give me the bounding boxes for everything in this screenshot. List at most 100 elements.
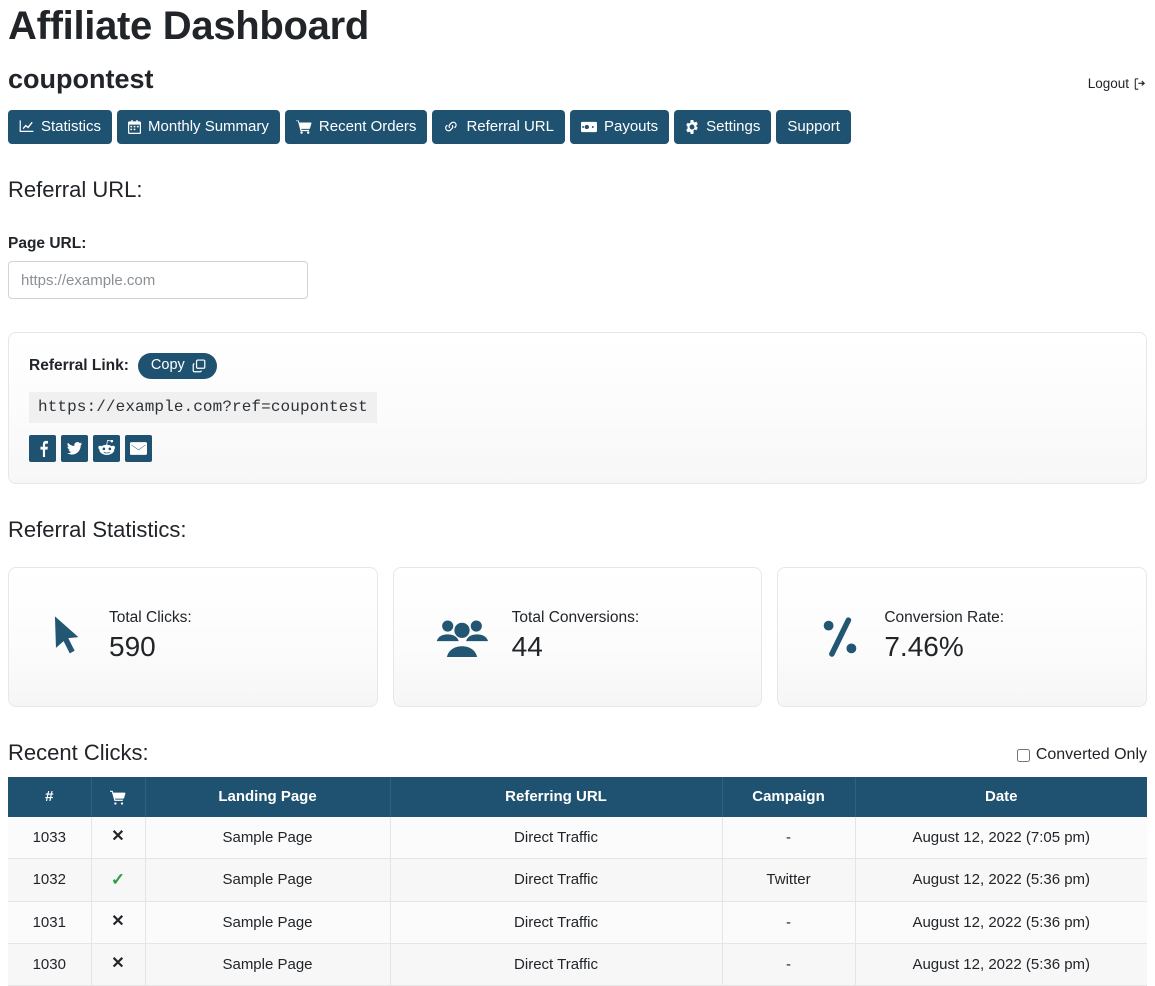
cell-date: August 12, 2022 (5:36 pm) [855,943,1147,986]
stat-value: 7.46% [884,631,964,663]
nav-tab-label: Statistics [41,118,102,135]
cell-date: August 12, 2022 (5:36 pm) [855,858,1147,903]
table-header: # Landing Page Referring URL Campaign Da… [8,777,1147,818]
stat-text: Total Conversions: 44 [512,609,640,664]
cell-converted: ✕ [91,901,146,944]
cross-icon: ✕ [111,913,125,931]
shopping-cart-icon [295,120,312,134]
percent-icon [820,617,860,657]
table-row[interactable]: 1032 ✓ Sample Page Direct Traffic Twitte… [8,858,1147,903]
cell-landing-page: Sample Page [145,858,391,903]
cell-referring-url: Direct Traffic [390,817,723,859]
nav-tab-referral-url[interactable]: Referral URL [432,110,565,144]
nav-tab-label: Recent Orders [318,118,417,135]
column-header-date[interactable]: Date [855,777,1147,818]
nav-tab-label: Support [787,118,840,135]
social-share-row [29,434,1126,462]
cross-icon: ✕ [111,954,125,972]
stat-value: 44 [511,631,543,663]
converted-only-checkbox[interactable] [1016,748,1030,762]
gear-icon [685,119,699,134]
nav-tab-support[interactable]: Support [776,110,851,144]
page-title: Affiliate Dashboard [8,4,370,48]
referral-url-heading: Referral URL: [8,177,143,202]
cell-landing-page: Sample Page [145,943,391,986]
cell-campaign: - [722,943,856,986]
table-row[interactable]: 1033 ✕ Sample Page Direct Traffic - Augu… [8,817,1147,859]
statistics-cards: Total Clicks: 590 Total Conversions: 44 … [8,566,1148,707]
nav-tab-payouts[interactable]: Payouts [569,110,670,144]
cell-converted: ✕ [91,817,146,859]
email-share-button[interactable] [125,434,152,462]
table-row[interactable]: 1031 ✕ Sample Page Direct Traffic - Augu… [8,901,1147,944]
cart-plus-icon [109,788,127,805]
column-header-campaign[interactable]: Campaign [722,777,856,818]
copy-icon [192,359,206,373]
table-body: 1033 ✕ Sample Page Direct Traffic - Augu… [8,817,1147,986]
column-header-referring-url[interactable]: Referring URL [390,777,723,818]
logout-link[interactable]: Logout [1088,76,1147,93]
table-header-row: # Landing Page Referring URL Campaign Da… [8,777,1147,818]
cell-date: August 12, 2022 (5:36 pm) [855,901,1147,944]
link-icon [443,120,459,133]
facebook-share-button[interactable] [29,434,56,462]
stat-text: Total Clicks: 590 [109,609,192,664]
nav-tab-monthly-summary[interactable]: Monthly Summary [117,110,280,144]
cell-id: 1033 [8,817,92,859]
check-icon: ✓ [110,869,126,889]
referral-url-text[interactable]: https://example.com?ref=coupontest [29,391,377,423]
calendar-icon [128,119,142,134]
recent-clicks-header: Recent Clicks: Converted Only [8,707,1147,766]
converted-only-label: Converted Only [1035,746,1147,764]
nav-tab-settings[interactable]: Settings [674,110,772,144]
referral-link-label: Referral Link: [29,357,129,375]
column-header-landing-page[interactable]: Landing Page [145,777,391,818]
users-icon [436,616,488,658]
referral-link-card: Referral Link: Copy https://example.com?… [8,332,1147,485]
page-url-label: Page URL: [8,235,87,253]
stat-card-total-conversions: Total Conversions: 44 [392,566,763,707]
stat-label: Total Clicks: [109,609,192,627]
account-name: coupontest [8,64,154,94]
copy-button[interactable]: Copy [137,353,217,379]
nav-tab-label: Settings [706,118,761,135]
cell-converted: ✓ [91,858,146,903]
stat-label: Total Conversions: [511,609,640,627]
converted-only-filter[interactable]: Converted Only [1016,746,1147,766]
nav-tab-recent-orders[interactable]: Recent Orders [284,110,428,144]
nav-tab-statistics[interactable]: Statistics [8,110,113,144]
recent-clicks-heading: Recent Clicks: [8,739,149,765]
copy-button-label: Copy [150,357,185,374]
cell-campaign: Twitter [722,858,856,903]
stat-card-total-clicks: Total Clicks: 590 [8,566,378,707]
cell-campaign: - [722,817,856,859]
cell-referring-url: Direct Traffic [390,901,723,944]
logout-label: Logout [1087,76,1129,91]
main-nav: Statistics Monthly Summary Recent Orders… [8,110,1147,144]
twitter-share-button[interactable] [61,434,88,462]
affiliate-dashboard-page: Affiliate Dashboard coupontest Logout St… [0,0,1155,986]
table-row[interactable]: 1030 ✕ Sample Page Direct Traffic - Augu… [8,943,1147,986]
cell-id: 1031 [8,901,92,944]
column-header-converted[interactable] [91,777,146,818]
page-url-input[interactable] [8,261,308,300]
cell-date: August 12, 2022 (7:05 pm) [855,817,1147,859]
cell-id: 1032 [8,858,92,903]
column-header-id[interactable]: # [8,777,92,818]
cell-landing-page: Sample Page [145,901,391,944]
nav-tab-label: Payouts [603,118,659,135]
nav-tab-label: Monthly Summary [148,118,269,135]
account-row: coupontest Logout [8,66,1147,93]
stat-value: 590 [109,631,156,663]
cell-campaign: - [722,901,856,944]
stat-text: Conversion Rate: 7.46% [884,609,1004,664]
cell-referring-url: Direct Traffic [390,943,723,986]
facebook-icon [34,440,51,457]
sign-out-icon [1133,77,1147,91]
chart-line-icon [19,120,34,133]
recent-clicks-table: # Landing Page Referring URL Campaign Da… [8,777,1147,986]
mouse-pointer-icon [51,615,85,659]
stat-card-conversion-rate: Conversion Rate: 7.46% [777,566,1148,707]
referral-statistics-heading: Referral Statistics: [8,517,187,543]
reddit-share-button[interactable] [93,434,120,462]
